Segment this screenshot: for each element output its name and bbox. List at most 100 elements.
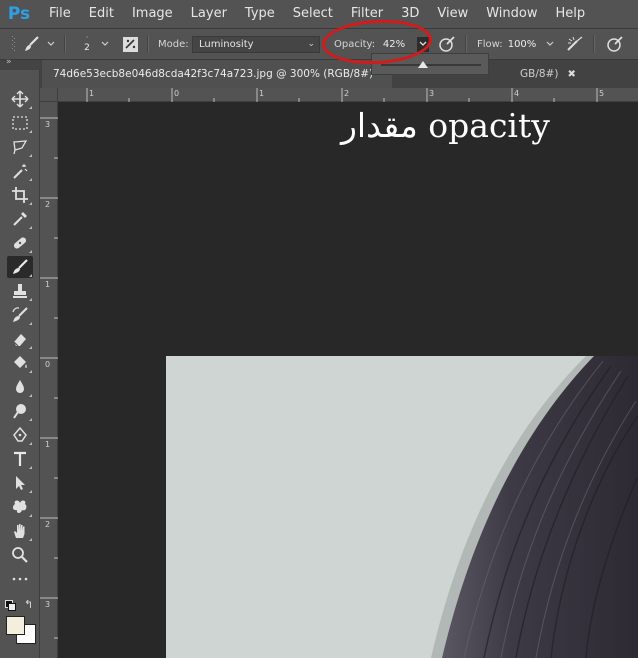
- hand-icon: [14, 524, 25, 538]
- eyedropper-tool[interactable]: [7, 208, 33, 230]
- document-tab-bar: 74d6e53ecb8e046d8cda42f3c74a723.jpg @ 30…: [40, 60, 638, 88]
- ruler-v-label: 0: [45, 360, 51, 369]
- brush-panel-toggle-icon[interactable]: [120, 29, 140, 59]
- vertical-ruler-ticks: [40, 117, 58, 639]
- menu-type[interactable]: Type: [236, 0, 284, 28]
- ruler-h-label: 5: [599, 89, 605, 98]
- options-bar: · 2 Mode: Luminosity ⌄ Opacity: 42% Flow…: [0, 28, 638, 60]
- opacity-slider-track[interactable]: [381, 64, 481, 66]
- document-tab-title: 74d6e53ecb8e046d8cda42f3c74a723.jpg @ 30…: [53, 68, 382, 80]
- foreground-color-swatch[interactable]: [6, 616, 25, 635]
- more-tools[interactable]: [7, 568, 33, 590]
- pen-icon: [13, 426, 27, 442]
- crop-icon: [12, 187, 28, 203]
- separator: [64, 35, 66, 53]
- horizontal-ruler[interactable]: 1 0 1 2 3 4 5: [58, 88, 638, 102]
- history-brush-tool[interactable]: [7, 304, 33, 326]
- expand-toolbar-icon[interactable]: »: [6, 57, 12, 67]
- flow-value: 100%: [507, 38, 537, 50]
- default-colors-icon[interactable]: [5, 600, 16, 611]
- ruler-h-label: 2: [344, 89, 350, 98]
- pen-tool[interactable]: [7, 424, 33, 446]
- history-brush-icon: [12, 307, 28, 322]
- ruler-h-label: 0: [174, 89, 180, 98]
- flow-input[interactable]: 100%: [504, 36, 540, 53]
- menu-layer[interactable]: Layer: [182, 0, 236, 28]
- clone-stamp-tool[interactable]: [7, 280, 33, 302]
- crop-tool[interactable]: [7, 184, 33, 206]
- healing-brush-tool[interactable]: [7, 232, 33, 254]
- ruler-v-label: 3: [45, 120, 51, 129]
- swap-colors-icon[interactable]: ↰: [24, 598, 33, 611]
- move-tool[interactable]: [7, 88, 33, 110]
- airbrush-icon[interactable]: [563, 29, 587, 59]
- brush-preset-chevron-icon[interactable]: [44, 29, 58, 59]
- separator: [147, 35, 149, 53]
- document-canvas[interactable]: مقدار opacity: [58, 102, 638, 658]
- menu-help[interactable]: Help: [547, 0, 595, 28]
- brush-preset-icon[interactable]: [20, 29, 44, 59]
- magnifier-icon: [12, 547, 28, 563]
- zoom-tool[interactable]: [7, 544, 33, 566]
- flow-chevron-icon[interactable]: [543, 29, 557, 59]
- brush-tool[interactable]: [7, 256, 33, 278]
- shape-tool[interactable]: [7, 496, 33, 518]
- hand-tool[interactable]: [7, 520, 33, 542]
- menu-window[interactable]: Window: [477, 0, 546, 28]
- magic-wand-icon: [13, 164, 28, 179]
- document-tab[interactable]: 74d6e53ecb8e046d8cda42f3c74a723.jpg @ 30…: [42, 60, 392, 88]
- type-icon: [14, 451, 26, 466]
- menu-select[interactable]: Select: [284, 0, 342, 28]
- brush-size-chevron-icon[interactable]: [98, 29, 112, 59]
- path-selection-tool[interactable]: [7, 472, 33, 494]
- menu-edit[interactable]: Edit: [80, 0, 123, 28]
- bandage-icon: [13, 237, 27, 249]
- brush-icon: [13, 259, 28, 274]
- ruler-origin[interactable]: [40, 88, 58, 102]
- blur-tool[interactable]: [7, 376, 33, 398]
- eraser-icon: [13, 334, 26, 347]
- ellipsis-icon: [12, 577, 28, 581]
- ruler-h-label: 4: [514, 89, 520, 98]
- annotation-caption: مقدار opacity: [341, 106, 550, 145]
- move-icon: [11, 90, 29, 108]
- dodge-icon: [13, 404, 26, 419]
- brush-size-value: 2: [84, 43, 90, 53]
- ruler-h-label: 1: [259, 89, 265, 98]
- photoshop-logo: Ps: [7, 4, 31, 24]
- eyedropper-icon: [13, 212, 27, 226]
- marquee-tool[interactable]: [7, 112, 33, 134]
- pressure-size-icon[interactable]: [603, 29, 627, 59]
- lasso-tool[interactable]: [7, 136, 33, 158]
- flow-label: Flow:: [477, 38, 503, 50]
- ruler-v-label: 2: [45, 200, 51, 209]
- ruler-v-label: 3: [45, 600, 51, 609]
- photo-image[interactable]: [166, 356, 638, 658]
- separator: [465, 35, 467, 53]
- custom-shape-icon: [12, 500, 27, 513]
- menu-items: File Edit Image Layer Type Select Filter…: [40, 0, 594, 28]
- type-tool[interactable]: [7, 448, 33, 470]
- background-document-tab[interactable]: GB/8#) ✖: [520, 60, 576, 88]
- menu-file[interactable]: File: [40, 0, 80, 28]
- mode-label: Mode:: [158, 38, 189, 50]
- paint-bucket-tool[interactable]: [7, 352, 33, 374]
- dodge-tool[interactable]: [7, 400, 33, 422]
- menu-view[interactable]: View: [428, 0, 477, 28]
- background-tab-title: GB/8#): [520, 68, 559, 80]
- vertical-ruler[interactable]: 3 2 1 0 1 2 3: [40, 102, 58, 658]
- brush-size-display[interactable]: · 2: [80, 29, 94, 59]
- panel-collapse-strip[interactable]: »: [0, 57, 40, 70]
- lasso-icon: [13, 140, 28, 155]
- blend-mode-select[interactable]: Luminosity ⌄: [192, 35, 320, 53]
- menu-image[interactable]: Image: [123, 0, 182, 28]
- arrow-cursor-icon: [16, 476, 25, 490]
- opacity-slider-thumb[interactable]: [418, 61, 428, 68]
- eraser-tool[interactable]: [7, 328, 33, 350]
- ruler-h-label: 3: [429, 89, 435, 98]
- tools-panel: ↰: [0, 70, 40, 658]
- close-tab-icon[interactable]: ✖: [567, 69, 575, 80]
- quick-selection-tool[interactable]: [7, 160, 33, 182]
- ruler-v-label: 1: [45, 440, 51, 449]
- ruler-v-label: 1: [45, 280, 51, 289]
